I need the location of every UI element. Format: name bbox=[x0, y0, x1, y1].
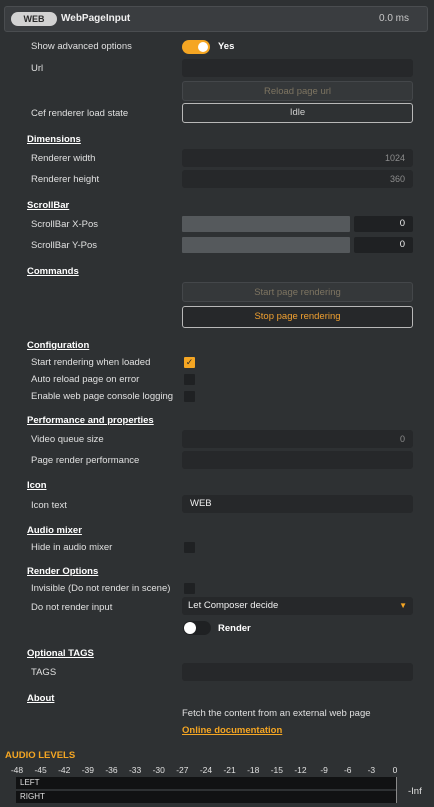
start-page-rendering-button[interactable]: Start page rendering bbox=[182, 282, 413, 302]
section-icon: Icon bbox=[27, 480, 47, 491]
section-about: About bbox=[27, 693, 55, 704]
start-rendering-checkbox[interactable]: ✓ bbox=[184, 357, 195, 368]
video-queue-label: Video queue size bbox=[31, 434, 104, 445]
left-channel-label: LEFT bbox=[20, 778, 40, 787]
meter-zero-line bbox=[396, 777, 397, 803]
node-title: WebPageInput bbox=[61, 13, 131, 24]
video-queue-input[interactable]: 0 bbox=[182, 430, 413, 448]
audio-scale-tick: -15 bbox=[270, 765, 284, 775]
node-header: WEB WebPageInput 0.0 ms bbox=[4, 6, 428, 32]
console-logging-checkbox[interactable] bbox=[184, 391, 195, 402]
scrollbar-y-label: ScrollBar Y-Pos bbox=[31, 240, 98, 251]
scrollbar-y-input[interactable]: 0 bbox=[354, 237, 413, 253]
section-audio-mixer: Audio mixer bbox=[27, 525, 82, 536]
audio-scale-tick: 0 bbox=[392, 765, 398, 775]
hide-in-mixer-checkbox[interactable] bbox=[184, 542, 195, 553]
show-advanced-toggle[interactable] bbox=[182, 40, 210, 54]
right-channel-meter: RIGHT bbox=[16, 791, 396, 803]
do-not-render-input-label: Do not render input bbox=[31, 602, 113, 613]
invisible-checkbox[interactable] bbox=[184, 583, 195, 594]
audio-scale-tick: -21 bbox=[223, 765, 236, 775]
scrollbar-x-input[interactable]: 0 bbox=[354, 216, 413, 232]
section-configuration: Configuration bbox=[27, 340, 90, 351]
url-input[interactable] bbox=[182, 59, 413, 77]
dropdown-arrow-icon: ▼ bbox=[399, 601, 407, 610]
show-advanced-value: Yes bbox=[218, 41, 235, 52]
auto-reload-checkbox[interactable] bbox=[184, 374, 195, 385]
audio-scale-tick: -45 bbox=[34, 765, 47, 775]
right-channel-label: RIGHT bbox=[20, 792, 45, 801]
renderer-width-input[interactable]: 1024 bbox=[182, 149, 413, 167]
audio-scale-tick: -3 bbox=[367, 765, 376, 775]
about-description: Fetch the content from an external web p… bbox=[182, 708, 371, 719]
section-performance: Performance and properties bbox=[27, 415, 154, 426]
select-value: Let Composer decide bbox=[188, 600, 279, 611]
audio-scale-tick: -9 bbox=[320, 765, 328, 775]
toggle-knob bbox=[184, 622, 196, 634]
audio-scale-tick: -30 bbox=[152, 765, 165, 775]
invisible-label: Invisible (Do not render in scene) bbox=[31, 583, 171, 594]
audio-scale-tick: -36 bbox=[105, 765, 118, 775]
url-label: Url bbox=[31, 63, 44, 74]
cef-state-indicator: Idle bbox=[182, 103, 413, 123]
audio-scale-tick: -33 bbox=[128, 765, 142, 775]
left-channel-meter: LEFT bbox=[16, 777, 396, 789]
tags-input[interactable] bbox=[182, 663, 413, 681]
icon-text-input[interactable]: WEB bbox=[182, 495, 413, 513]
audio-scale-tick: -48 bbox=[10, 765, 24, 775]
audio-level-readout: -Inf bbox=[408, 786, 422, 797]
audio-scale-tick: -42 bbox=[58, 765, 71, 775]
tags-label: TAGS bbox=[31, 667, 57, 678]
audio-scale-tick: -39 bbox=[81, 765, 95, 775]
config-item-label: Start rendering when loaded bbox=[31, 357, 151, 368]
scrollbar-x-slider[interactable] bbox=[182, 216, 350, 232]
renderer-height-input[interactable]: 360 bbox=[182, 170, 413, 188]
audio-scale-tick: -27 bbox=[176, 765, 189, 775]
audio-levels-title: AUDIO LEVELS bbox=[5, 750, 76, 761]
scrollbar-x-label: ScrollBar X-Pos bbox=[31, 219, 99, 230]
renderer-height-label: Renderer height bbox=[31, 174, 100, 185]
scrollbar-y-slider[interactable] bbox=[182, 237, 350, 253]
reload-page-url-button[interactable]: Reload page url bbox=[182, 81, 413, 101]
render-performance-field bbox=[182, 451, 413, 469]
icon-text-label: Icon text bbox=[31, 500, 67, 511]
audio-scale-tick: -12 bbox=[294, 765, 307, 775]
config-item-label: Auto reload page on error bbox=[31, 374, 140, 385]
audio-level-scale: -48 -45 -42 -39 -36 -33 -30 -27 -24 -21 -18 -15 -12-… bbox=[0, 765, 434, 777]
audio-scale-tick: -18 bbox=[247, 765, 260, 775]
audio-scale-tick: -6 bbox=[343, 765, 352, 775]
section-optional-tags: Optional TAGS bbox=[27, 648, 94, 659]
section-render-options: Render Options bbox=[27, 566, 99, 577]
config-item-label: Enable web page console logging bbox=[31, 391, 174, 402]
cef-state-label: Cef renderer load state bbox=[31, 108, 129, 119]
section-scrollbar: ScrollBar bbox=[27, 200, 70, 211]
stop-page-rendering-button[interactable]: Stop page rendering bbox=[182, 306, 413, 328]
render-toggle-label: Render bbox=[218, 623, 251, 634]
do-not-render-input-select[interactable]: Let Composer decide ▼ bbox=[182, 597, 413, 615]
renderer-width-label: Renderer width bbox=[31, 153, 96, 164]
render-toggle[interactable] bbox=[183, 621, 211, 635]
render-performance-label: Page render performance bbox=[31, 455, 140, 466]
toggle-knob bbox=[198, 42, 208, 52]
section-commands: Commands bbox=[27, 266, 79, 277]
show-advanced-label: Show advanced options bbox=[31, 41, 132, 52]
section-dimensions: Dimensions bbox=[27, 134, 81, 145]
audio-scale-tick: -24 bbox=[199, 765, 213, 775]
hide-in-mixer-label: Hide in audio mixer bbox=[31, 542, 113, 553]
online-documentation-link[interactable]: Online documentation bbox=[182, 725, 282, 736]
type-badge: WEB bbox=[11, 12, 57, 26]
processing-time: 0.0 ms bbox=[378, 13, 409, 24]
